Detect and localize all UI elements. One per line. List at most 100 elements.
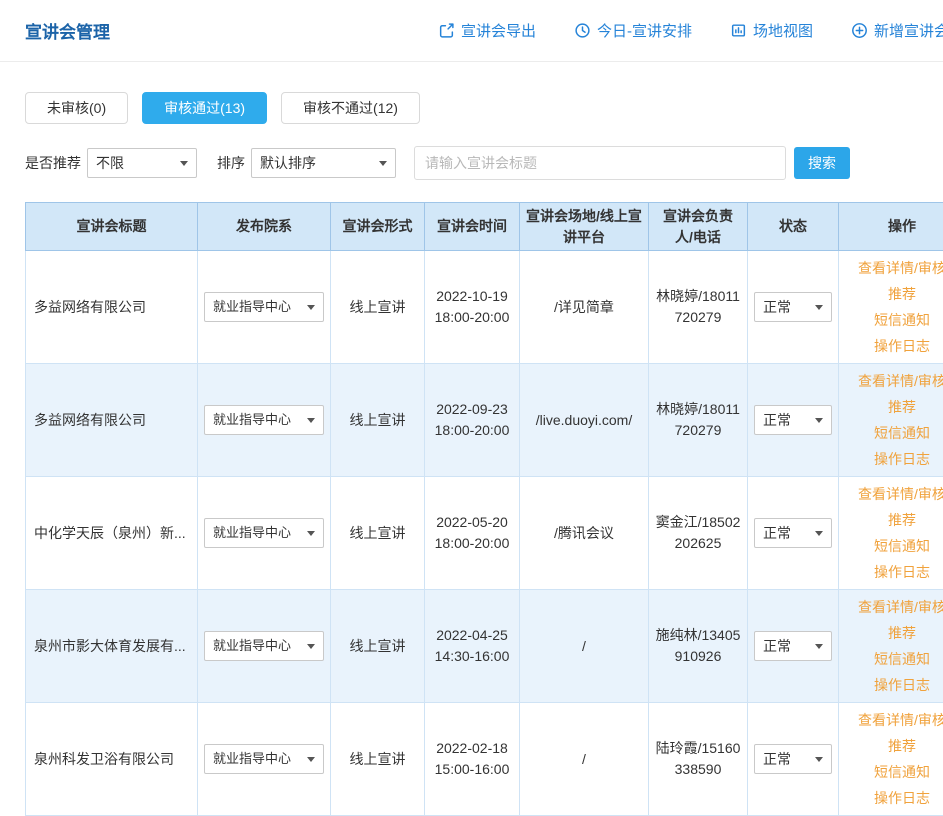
search-input[interactable] (414, 146, 786, 180)
sort-select[interactable]: 默认排序 (251, 148, 396, 178)
chevron-down-icon (307, 757, 315, 762)
talks-table: 宣讲会标题 发布院系 宣讲会形式 宣讲会时间 宣讲会场地/线上宣讲平台 宣讲会负… (25, 202, 943, 816)
export-icon (438, 22, 455, 39)
column-header-time: 宣讲会时间 (425, 203, 520, 251)
talk-time-cell: 2022-02-18 15:00-16:00 (425, 703, 520, 816)
department-select-value: 就业指导中心 (213, 410, 291, 430)
sms-notify-link[interactable]: 短信通知 (845, 646, 943, 672)
department-select[interactable]: 就业指导中心 (204, 631, 324, 661)
export-talks-button[interactable]: 宣讲会导出 (438, 20, 536, 41)
operation-log-link[interactable]: 操作日志 (845, 446, 943, 472)
chevron-down-icon (815, 644, 823, 649)
operation-log-link[interactable]: 操作日志 (845, 672, 943, 698)
recommend-link[interactable]: 推荐 (845, 733, 943, 759)
column-header-form: 宣讲会形式 (331, 203, 425, 251)
today-schedule-button[interactable]: 今日-宣讲安排 (574, 20, 692, 41)
add-talk-button[interactable]: 新增宣讲会 (851, 20, 943, 41)
talk-form-cell: 线上宣讲 (331, 364, 425, 477)
sms-notify-link[interactable]: 短信通知 (845, 307, 943, 333)
status-select-value: 正常 (763, 749, 791, 770)
department-select[interactable]: 就业指导中心 (204, 518, 324, 548)
status-select[interactable]: 正常 (754, 292, 832, 322)
view-detail-audit-link[interactable]: 查看详情/审核 (845, 481, 943, 507)
recommend-link[interactable]: 推荐 (845, 394, 943, 420)
contact-cell: 窦金江/18502202625 (649, 477, 748, 590)
venue-view-icon (730, 22, 747, 39)
venue-cell: /详见简章 (520, 251, 649, 364)
topbar-action-label: 宣讲会导出 (461, 20, 536, 41)
venue-cell: /腾讯会议 (520, 477, 649, 590)
actions-cell: 查看详情/审核 推荐 短信通知 操作日志 (839, 590, 943, 703)
table-row: 多益网络有限公司 就业指导中心 线上宣讲 2022-10-19 18:00-20… (26, 251, 943, 364)
talk-form-cell: 线上宣讲 (331, 251, 425, 364)
chevron-down-icon (815, 418, 823, 423)
table-row: 泉州市影大体育发展有... 就业指导中心 线上宣讲 2022-04-25 14:… (26, 590, 943, 703)
column-header-department: 发布院系 (198, 203, 331, 251)
view-detail-audit-link[interactable]: 查看详情/审核 (845, 368, 943, 394)
contact-cell: 陆玲霞/15160338590 (649, 703, 748, 816)
sms-notify-link[interactable]: 短信通知 (845, 533, 943, 559)
venue-view-button[interactable]: 场地视图 (730, 20, 813, 41)
recommend-select-value: 不限 (96, 153, 124, 173)
actions-cell: 查看详情/审核 推荐 短信通知 操作日志 (839, 703, 943, 816)
chevron-down-icon (307, 418, 315, 423)
contact-cell: 施纯林/13405910926 (649, 590, 748, 703)
operation-log-link[interactable]: 操作日志 (845, 333, 943, 359)
status-select[interactable]: 正常 (754, 405, 832, 435)
talks-table-wrap: 宣讲会标题 发布院系 宣讲会形式 宣讲会时间 宣讲会场地/线上宣讲平台 宣讲会负… (25, 202, 943, 816)
chevron-down-icon (307, 305, 315, 310)
department-select-value: 就业指导中心 (213, 297, 291, 317)
venue-cell: /live.duoyi.com/ (520, 364, 649, 477)
sms-notify-link[interactable]: 短信通知 (845, 420, 943, 446)
column-header-status: 状态 (748, 203, 839, 251)
tab-unreviewed[interactable]: 未审核(0) (25, 92, 128, 124)
topbar-action-label: 新增宣讲会 (874, 20, 943, 41)
recommend-filter-label: 是否推荐 (25, 153, 81, 173)
clock-icon (574, 22, 591, 39)
status-select-value: 正常 (763, 410, 791, 431)
table-row: 多益网络有限公司 就业指导中心 线上宣讲 2022-09-23 18:00-20… (26, 364, 943, 477)
plus-circle-icon (851, 22, 868, 39)
operation-log-link[interactable]: 操作日志 (845, 559, 943, 585)
operation-log-link[interactable]: 操作日志 (845, 785, 943, 811)
department-select[interactable]: 就业指导中心 (204, 744, 324, 774)
chevron-down-icon (815, 757, 823, 762)
actions-cell: 查看详情/审核 推荐 短信通知 操作日志 (839, 364, 943, 477)
tab-approved[interactable]: 审核通过(13) (142, 92, 267, 124)
chevron-down-icon (307, 531, 315, 536)
department-select-value: 就业指导中心 (213, 749, 291, 769)
talk-form-cell: 线上宣讲 (331, 703, 425, 816)
chevron-down-icon (379, 161, 387, 166)
recommend-select[interactable]: 不限 (87, 148, 197, 178)
sort-select-value: 默认排序 (260, 153, 316, 173)
recommend-link[interactable]: 推荐 (845, 620, 943, 646)
view-detail-audit-link[interactable]: 查看详情/审核 (845, 255, 943, 281)
department-select[interactable]: 就业指导中心 (204, 405, 324, 435)
status-select[interactable]: 正常 (754, 744, 832, 774)
venue-cell: / (520, 703, 649, 816)
talk-time-cell: 2022-05-20 18:00-20:00 (425, 477, 520, 590)
topbar-actions: 宣讲会导出 今日-宣讲安排 场地视图 (438, 20, 943, 41)
tab-rejected[interactable]: 审核不通过(12) (281, 92, 420, 124)
department-select-value: 就业指导中心 (213, 523, 291, 543)
column-header-venue: 宣讲会场地/线上宣讲平台 (520, 203, 649, 251)
recommend-link[interactable]: 推荐 (845, 507, 943, 533)
view-detail-audit-link[interactable]: 查看详情/审核 (845, 594, 943, 620)
view-detail-audit-link[interactable]: 查看详情/审核 (845, 707, 943, 733)
status-select-value: 正常 (763, 523, 791, 544)
recommend-link[interactable]: 推荐 (845, 281, 943, 307)
sms-notify-link[interactable]: 短信通知 (845, 759, 943, 785)
search-button[interactable]: 搜索 (794, 147, 850, 179)
top-bar: 宣讲会管理 宣讲会导出 今日-宣讲安排 (0, 0, 943, 62)
status-select-value: 正常 (763, 636, 791, 657)
chevron-down-icon (180, 161, 188, 166)
talk-title-cell: 中化学天辰（泉州）新... (26, 477, 198, 590)
status-select[interactable]: 正常 (754, 631, 832, 661)
status-select[interactable]: 正常 (754, 518, 832, 548)
table-header-row: 宣讲会标题 发布院系 宣讲会形式 宣讲会时间 宣讲会场地/线上宣讲平台 宣讲会负… (26, 203, 943, 251)
talk-title-cell: 泉州科发卫浴有限公司 (26, 703, 198, 816)
table-row: 中化学天辰（泉州）新... 就业指导中心 线上宣讲 2022-05-20 18:… (26, 477, 943, 590)
department-select[interactable]: 就业指导中心 (204, 292, 324, 322)
filter-bar: 是否推荐 不限 排序 默认排序 搜索 (25, 146, 943, 180)
status-tabs: 未审核(0) 审核通过(13) 审核不通过(12) (25, 92, 943, 124)
